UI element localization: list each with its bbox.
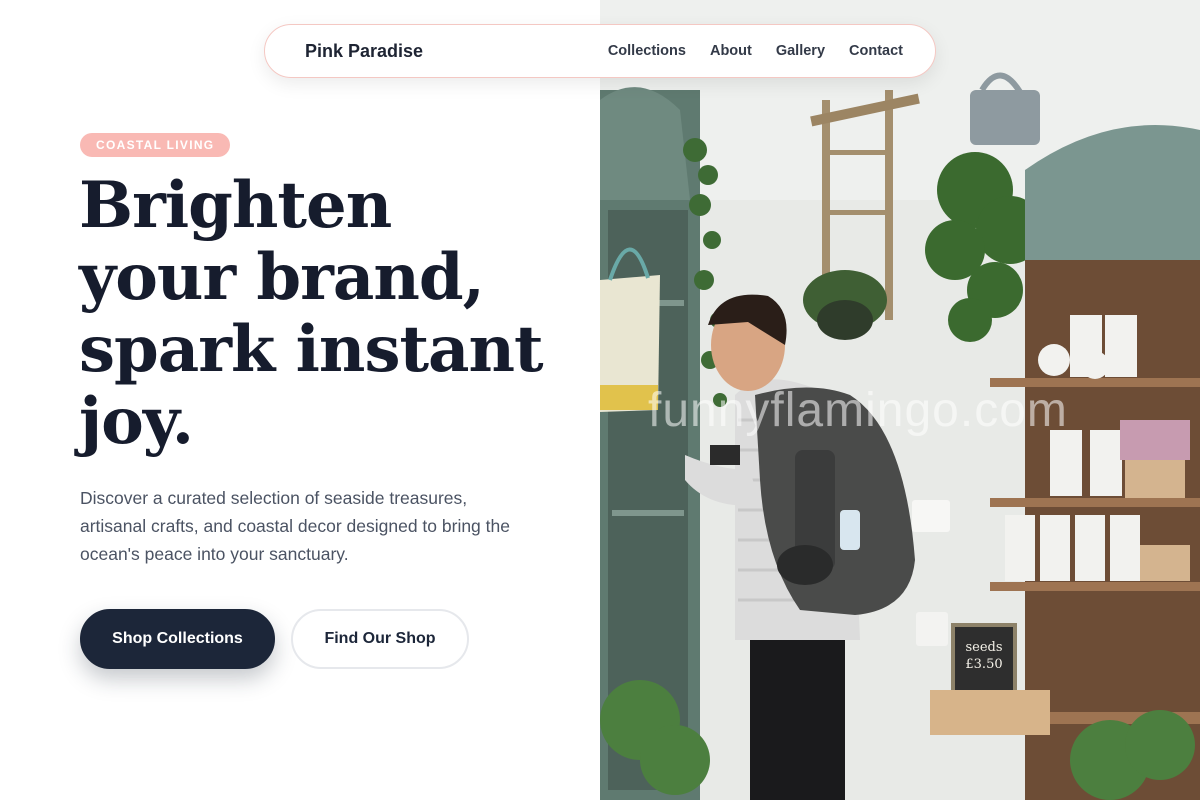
top-navbar: Pink Paradise Collections About Gallery … xyxy=(264,24,936,78)
chalkboard-line: seeds xyxy=(965,640,1003,655)
brand-logo-text[interactable]: Pink Paradise xyxy=(305,25,423,77)
nav-link-contact[interactable]: Contact xyxy=(849,43,903,59)
nav-link-gallery[interactable]: Gallery xyxy=(776,43,825,59)
headline-line: your brand, xyxy=(79,240,485,315)
watermark-text: funnyflamingo.com xyxy=(648,384,1068,437)
chalkboard-line: £3.50 xyxy=(965,657,1003,672)
hero-headline: Brighten your brand, spark instant joy. xyxy=(79,170,579,458)
hero-description: Discover a curated selection of seaside … xyxy=(80,488,510,564)
headline-line: joy. xyxy=(79,384,194,459)
chalkboard-sign: seeds £3.50 xyxy=(953,625,1015,697)
hero-section: Coastal Living Brighten your brand, spar… xyxy=(0,0,600,800)
find-our-shop-button[interactable]: Find Our Shop xyxy=(291,609,469,669)
hero-photo: funnyflamingo.com seeds £3.50 xyxy=(600,0,1200,800)
nav-link-about[interactable]: About xyxy=(710,43,752,59)
headline-line: Brighten xyxy=(79,168,392,243)
headline-line: spark instant xyxy=(79,312,544,387)
shop-collections-button[interactable]: Shop Collections xyxy=(80,609,275,669)
category-badge: Coastal Living xyxy=(80,133,231,157)
nav-links: Collections About Gallery Contact xyxy=(584,25,903,77)
nav-link-collections[interactable]: Collections xyxy=(608,43,686,59)
